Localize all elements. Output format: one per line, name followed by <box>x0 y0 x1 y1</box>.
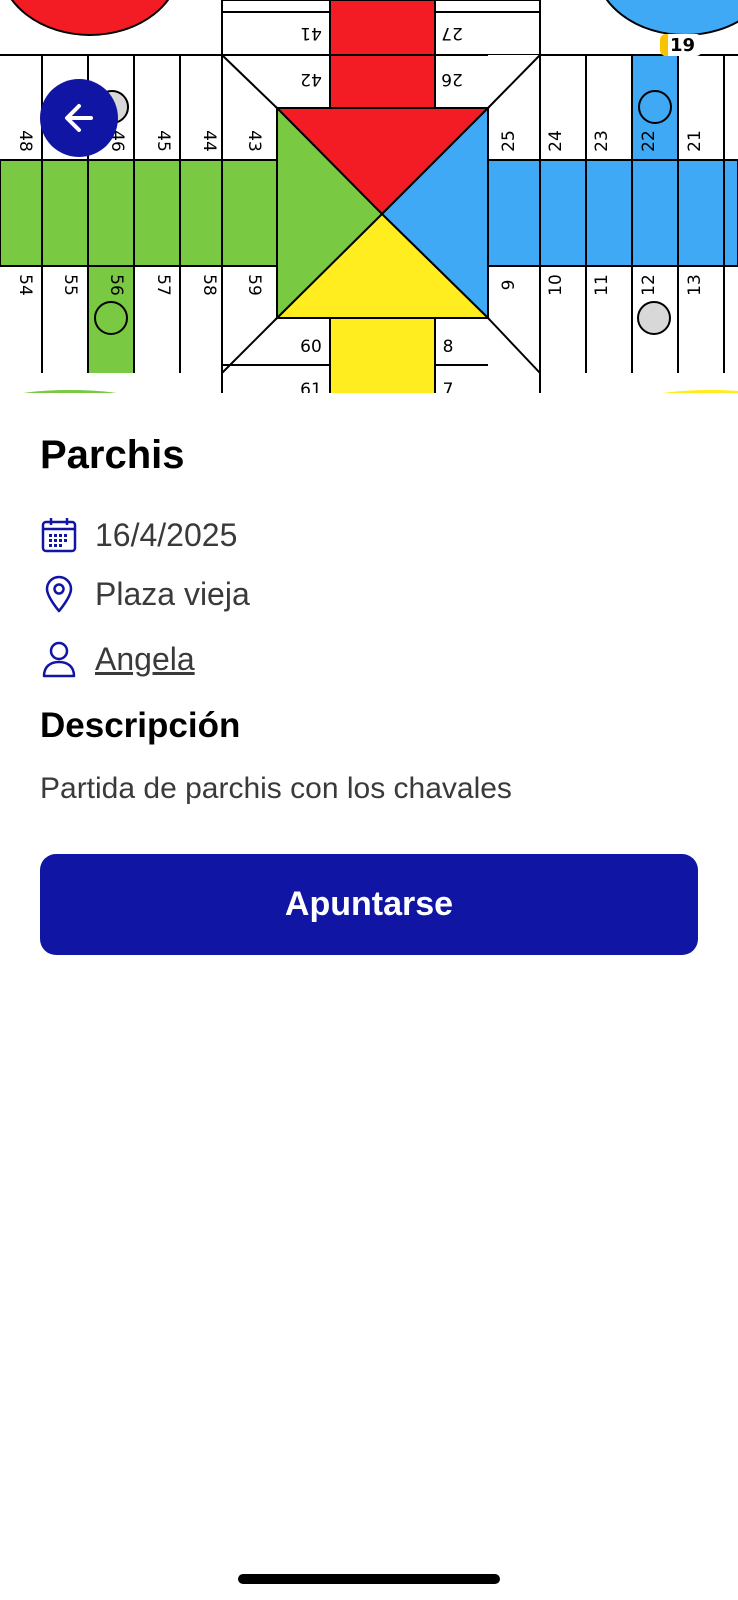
arrow-left-icon <box>65 104 93 132</box>
event-description: Partida de parchis con los chavales <box>40 772 512 805</box>
board-number: 48 <box>15 130 35 152</box>
board-number: 24 <box>546 130 566 152</box>
event-date: 16/4/2025 <box>95 516 238 553</box>
organizer-link[interactable]: Angela <box>95 641 195 678</box>
board-number: 12 <box>639 274 659 296</box>
red-home-circle <box>10 0 170 36</box>
board-number: 21 <box>685 130 705 152</box>
calendar-icon <box>40 516 78 554</box>
event-date-row: 16/4/2025 <box>40 513 237 557</box>
board-number: 13 <box>685 274 705 296</box>
board-number: 42 <box>300 69 322 89</box>
location-pin-icon <box>40 575 78 613</box>
battery-indicator: 19 <box>660 34 702 56</box>
battery-level-fill <box>660 34 668 56</box>
board-number: 58 <box>199 274 219 296</box>
board-number: 44 <box>199 130 219 152</box>
event-organizer-row: Angela <box>40 637 195 681</box>
board-number: 10 <box>546 274 566 296</box>
board-number: 25 <box>499 130 519 152</box>
board-number: 56 <box>106 274 126 296</box>
board-number: 22 <box>639 130 659 152</box>
home-indicator[interactable] <box>238 1574 500 1584</box>
board-number: 27 <box>441 23 463 43</box>
blue-home-circle <box>605 0 738 36</box>
board-number: 41 <box>300 23 322 43</box>
board-number: 26 <box>441 69 463 89</box>
battery-percentage: 19 <box>670 35 696 56</box>
board-number: 7 <box>443 380 454 393</box>
board-number: 61 <box>300 380 322 393</box>
board-number: 59 <box>244 274 264 296</box>
board-number: 54 <box>15 274 35 296</box>
event-location: Plaza vieja <box>95 575 250 612</box>
board-number: 60 <box>300 337 322 357</box>
back-button[interactable] <box>40 79 118 157</box>
board-number: 45 <box>153 130 173 152</box>
green-home-circle <box>23 390 117 393</box>
event-title: Parchis <box>40 433 185 477</box>
event-location-row: Plaza vieja <box>40 572 250 616</box>
join-button[interactable]: Apuntarse <box>40 854 698 955</box>
board-number: 11 <box>592 274 612 296</box>
board-number: 55 <box>60 274 80 296</box>
event-image: 41 27 42 26 48 46 45 44 43 25 24 23 22 2… <box>0 0 738 393</box>
yellow-home-circle <box>663 390 738 393</box>
board-number: 57 <box>153 274 173 296</box>
board-number: 23 <box>592 130 612 152</box>
board-number: 9 <box>499 280 519 291</box>
user-icon <box>40 640 78 678</box>
board-number: 43 <box>244 130 264 152</box>
board-number: 8 <box>443 337 454 357</box>
description-heading: Descripción <box>40 706 241 745</box>
